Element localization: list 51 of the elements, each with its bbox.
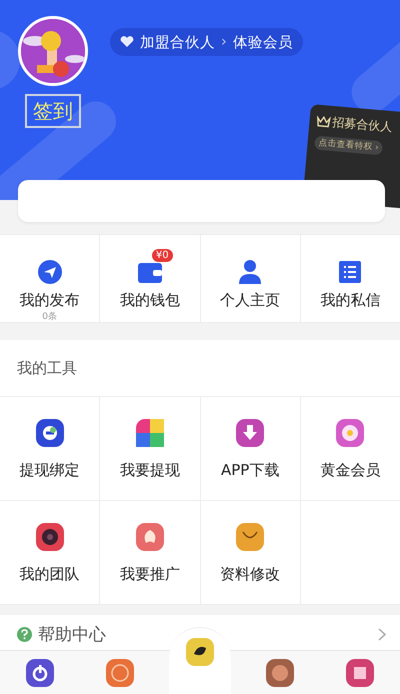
- person-icon: [239, 260, 262, 284]
- paper-plane-icon: [36, 259, 63, 285]
- tool-tile[interactable]: 我要提现: [100, 397, 200, 500]
- tool-label: 我的团队: [20, 565, 80, 584]
- camera-lens-icon: [36, 523, 64, 551]
- membership-breadcrumb[interactable]: 加盟合伙人 › 体验会员: [110, 28, 303, 56]
- tool-label: 我要提现: [120, 461, 180, 480]
- shortcut-label: 我的钱包: [120, 291, 180, 310]
- shortcut-label: 我的发布: [20, 291, 80, 310]
- flower-icon: [336, 419, 364, 447]
- tool-tile[interactable]: 提现绑定: [0, 397, 100, 500]
- view-privileges-link[interactable]: 点击查看特权 ›: [314, 136, 384, 156]
- breadcrumb-separator: ›: [221, 34, 227, 50]
- shortcut-label: 个人主页: [220, 291, 280, 310]
- partner-card-title: 招募合伙人: [332, 114, 393, 136]
- crown-icon: [316, 116, 331, 128]
- section-title: 我的工具: [16, 358, 78, 378]
- tool-label: APP下载: [220, 461, 280, 480]
- wallet-icon: [138, 261, 162, 283]
- list-icon: [339, 261, 362, 283]
- tool-label: 黄金会员: [320, 461, 380, 480]
- download-icon: [236, 419, 264, 447]
- check-in-button[interactable]: 签到: [25, 94, 81, 128]
- breadcrumb-item: 体验会员: [232, 34, 293, 52]
- shortcut-label: 我的私信: [320, 291, 380, 310]
- tool-tile[interactable]: 黄金会员: [300, 397, 400, 500]
- shortcut-tile[interactable]: 我的发布 0条: [0, 235, 100, 322]
- square-icon: [346, 659, 374, 687]
- help-icon: [17, 626, 32, 642]
- bird-icon: [186, 638, 214, 666]
- tool-label: 提现绑定: [20, 461, 80, 480]
- breadcrumb-item: 加盟合伙人: [140, 34, 215, 52]
- petal-icon: [136, 523, 164, 551]
- shortcut-tile[interactable]: ¥0 我的钱包: [100, 235, 200, 322]
- tool-tile[interactable]: 我的团队: [0, 501, 100, 604]
- tool-tile[interactable]: 我要推广: [100, 501, 200, 604]
- heart-icon: [120, 36, 134, 48]
- power-icon: [26, 659, 54, 687]
- tool-label: 我要推广: [120, 565, 180, 584]
- shortcut-tile[interactable]: 个人主页: [200, 235, 300, 322]
- post-count: 0条: [42, 310, 57, 323]
- color-wheel-icon: [136, 419, 164, 447]
- e-letter-icon: [36, 419, 64, 447]
- face-icon: [106, 659, 134, 687]
- bag-icon: [236, 523, 264, 551]
- tool-tile[interactable]: 资料修改: [200, 501, 300, 604]
- balance-badge: ¥0: [152, 249, 173, 262]
- shortcut-tile[interactable]: 我的私信: [300, 235, 400, 322]
- chevron-right-icon[interactable]: [378, 628, 386, 640]
- tool-label: 资料修改: [220, 565, 280, 584]
- tool-tile[interactable]: APP下载: [200, 397, 300, 500]
